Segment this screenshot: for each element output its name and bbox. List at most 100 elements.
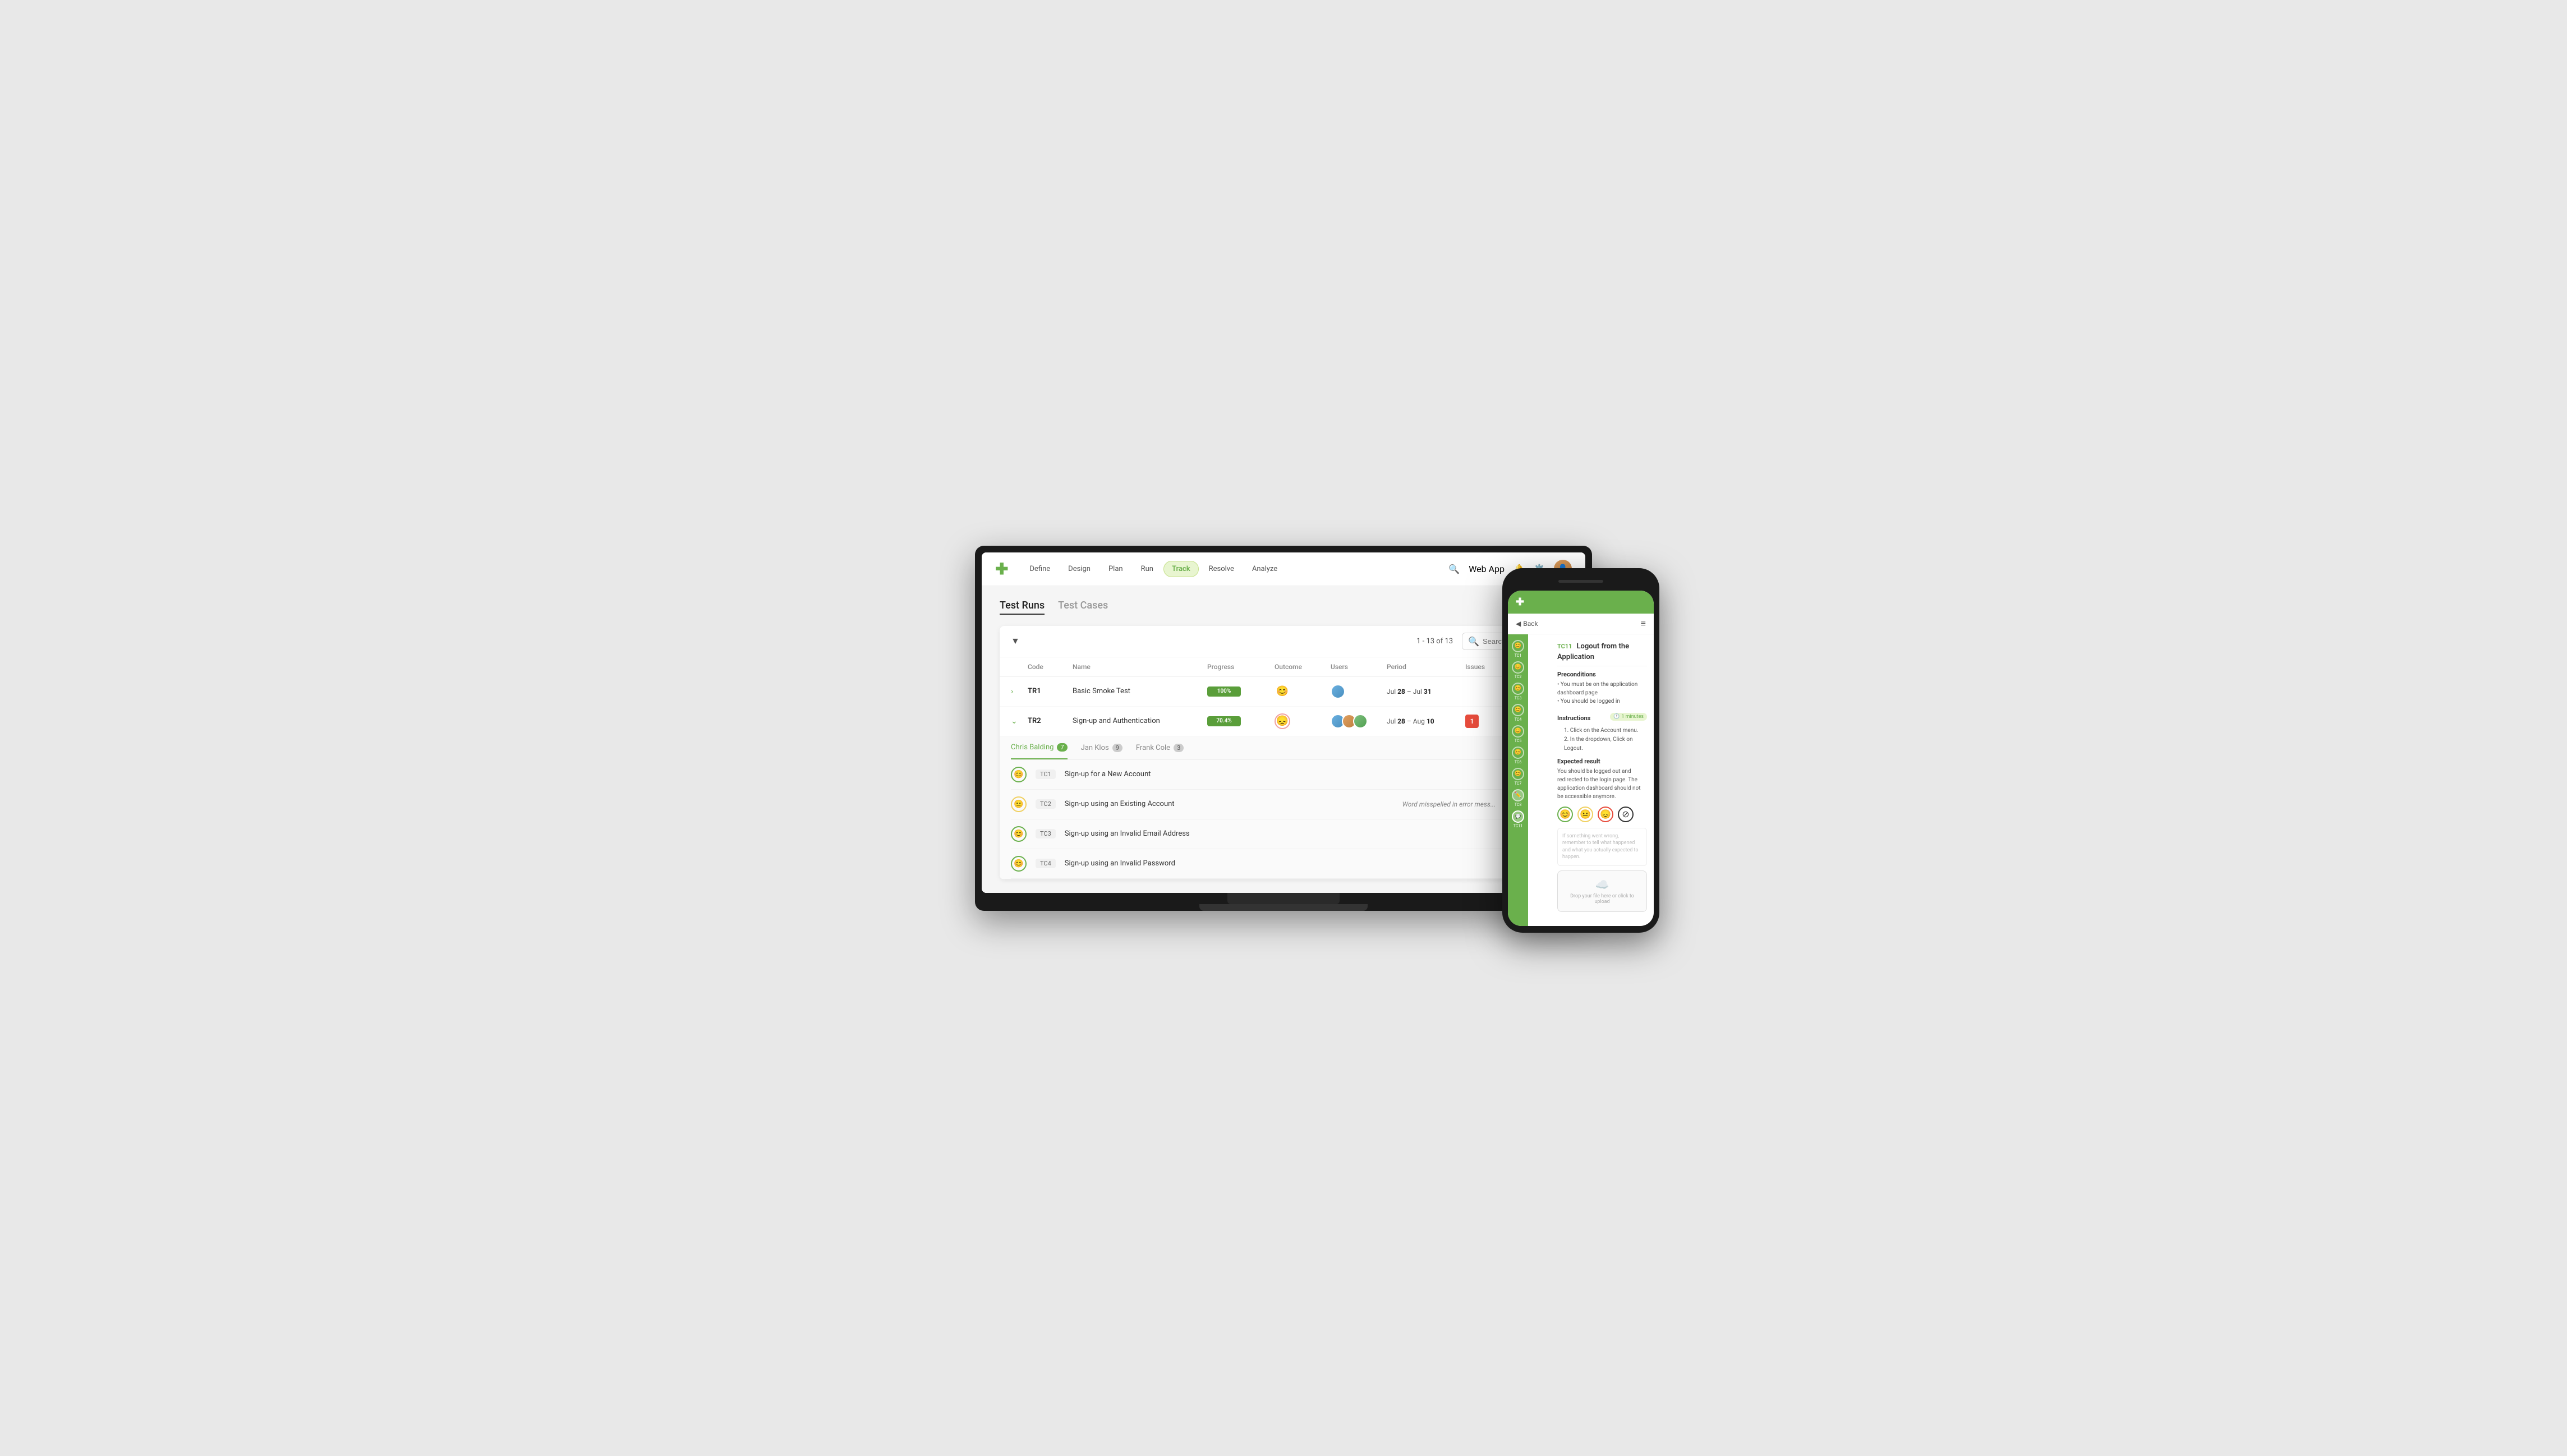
list-item: 😐 TC2 Sign-up using an Existing Account … [1011, 790, 1556, 819]
expected-result-title: Expected result [1557, 758, 1647, 765]
tc6-label: TC6 [1515, 760, 1522, 764]
phone-device: ✚ ◀ Back ≡ 😊 TC1 😊 [1502, 568, 1659, 933]
sub-tab-frank[interactable]: Frank Cole 3 [1136, 736, 1184, 759]
tr2-expanded-section: Chris Balding 7 Jan Klos 9 Frank Cole 3 [1000, 736, 1567, 879]
page-tabs: Test Runs Test Cases [1000, 600, 1567, 615]
tc1-name: Sign-up for a New Account [1065, 770, 1515, 778]
outcome-buttons: 😊 😐 😞 ⊘ [1557, 807, 1647, 822]
tc4-status-icon: 😊 [1011, 856, 1027, 872]
nav-resolve[interactable]: Resolve [1201, 561, 1242, 577]
nav-menu: Define Design Plan Run Track Resolve Ana… [1022, 561, 1448, 577]
tc2-name: Sign-up using an Existing Account [1065, 800, 1393, 808]
tr1-period: Jul 28 – Jul 31 [1387, 688, 1465, 695]
sidebar-item-tc3[interactable]: 😊 TC3 [1508, 681, 1528, 702]
sidebar-item-tc1[interactable]: 😊 TC1 [1508, 639, 1528, 659]
tr1-code: TR1 [1028, 687, 1073, 695]
test-runs-table: ▼ 1 - 13 of 13 🔍 Code Nam [1000, 626, 1567, 879]
tc5-icon: 😊 [1512, 725, 1524, 738]
tr1-outcome-icon: 😊 [1275, 684, 1290, 699]
phone-sidebar: 😊 TC1 😊 TC2 😊 TC3 😊 [1508, 634, 1528, 926]
nav-plan[interactable]: Plan [1101, 561, 1131, 577]
feedback-area: If something went wrong, remember to tel… [1557, 828, 1647, 866]
tab-test-runs[interactable]: Test Runs [1000, 600, 1045, 615]
tc4-icon: 😊 [1512, 704, 1524, 716]
preconditions-text: • You must be on the application dashboa… [1557, 680, 1647, 706]
tab-test-cases[interactable]: Test Cases [1058, 600, 1108, 615]
col-progress: Progress [1207, 663, 1275, 671]
tc1-code: TC1 [1036, 770, 1056, 779]
expected-result-text: You should be logged out and redirected … [1557, 767, 1647, 801]
col-period: Period [1387, 663, 1465, 671]
sidebar-item-tc7[interactable]: 😊 TC7 [1508, 767, 1528, 787]
tc2-comment: Word misspelled in error mess... [1402, 800, 1496, 808]
list-item: 😊 TC1 Sign-up for a New Account 7 days a… [1011, 760, 1556, 790]
outcome-pass-button[interactable]: 😊 [1557, 807, 1573, 822]
tc3-name: Sign-up using an Invalid Email Address [1065, 830, 1515, 838]
menu-icon[interactable]: ≡ [1641, 618, 1646, 629]
tc4-code: TC4 [1036, 859, 1056, 868]
back-button[interactable]: ◀ Back [1516, 620, 1538, 628]
instructions-list: 1. Click on the Account menu. 2. In the … [1557, 726, 1647, 753]
table-row: › TR1 Basic Smoke Test 100% 😊 Jul 28 – J… [1000, 677, 1567, 707]
outcome-partial-button[interactable]: 😐 [1577, 807, 1593, 822]
list-item: 😊 TC3 Sign-up using an Invalid Email Add… [1011, 819, 1556, 849]
tr2-code: TR2 [1028, 717, 1073, 725]
feedback-placeholder: If something went wrong, remember to tel… [1562, 833, 1642, 861]
phone-logo: ✚ [1516, 596, 1524, 608]
user-avatar-4 [1353, 714, 1368, 729]
tc6-icon: 😊 [1512, 747, 1524, 759]
col-users: Users [1331, 663, 1387, 671]
sub-tab-jan[interactable]: Jan Klos 9 [1081, 736, 1123, 759]
nav-design[interactable]: Design [1060, 561, 1098, 577]
tr1-name: Basic Smoke Test [1073, 687, 1207, 695]
jan-badge: 9 [1112, 744, 1123, 752]
col-outcome: Outcome [1275, 663, 1331, 671]
instructions-header: Instructions 🕐 1 minutes [1557, 710, 1647, 724]
main-content: Test Runs Test Cases ▼ 1 - 13 of 13 🔍 [982, 586, 1585, 893]
frank-badge: 3 [1174, 744, 1184, 752]
tc11-icon: 💬 [1512, 810, 1524, 823]
search-icon[interactable]: 🔍 [1448, 563, 1460, 574]
filter-icon[interactable]: ▼ [1011, 635, 1020, 647]
tr2-progress: 70.4% [1207, 716, 1275, 726]
user-avatar-1 [1331, 684, 1345, 699]
col-code: Code [1028, 663, 1073, 671]
tc8-icon: ✏️ [1512, 789, 1524, 801]
expand-tr1-icon[interactable]: › [1011, 687, 1028, 696]
sidebar-item-tc8[interactable]: ✏️ TC8 [1508, 788, 1528, 808]
tc4-label: TC4 [1515, 717, 1522, 722]
preconditions-title: Preconditions [1557, 671, 1647, 678]
outcome-fail-button[interactable]: 😞 [1598, 807, 1613, 822]
tr2-outcome-icon: 😞 [1275, 713, 1290, 729]
col-name: Name [1073, 663, 1207, 671]
phone-header: ✚ [1508, 591, 1654, 614]
nav-run[interactable]: Run [1133, 561, 1161, 577]
col-expand [1011, 663, 1028, 671]
instructions-title: Instructions [1557, 715, 1590, 722]
tc2-status-icon: 😐 [1011, 796, 1027, 812]
upload-area[interactable]: ☁️ Drop your file here or click to uploa… [1557, 870, 1647, 912]
outcome-skip-button[interactable]: ⊘ [1618, 807, 1634, 822]
nav-define[interactable]: Define [1022, 561, 1058, 577]
nav-track[interactable]: Track [1163, 561, 1199, 577]
tc4-name: Sign-up using an Invalid Password [1065, 859, 1515, 868]
nav-analyze[interactable]: Analyze [1244, 561, 1285, 577]
search-icon: 🔍 [1468, 636, 1479, 647]
phone-notch [1508, 575, 1654, 588]
sidebar-item-tc5[interactable]: 😊 TC5 [1508, 724, 1528, 744]
phone-nav-bar: ◀ Back ≡ [1508, 614, 1654, 634]
tc3-status-icon: 😊 [1011, 826, 1027, 842]
sidebar-item-tc6[interactable]: 😊 TC6 [1508, 745, 1528, 766]
expand-tr2-icon[interactable]: ⌄ [1011, 717, 1028, 726]
sidebar-item-tc2[interactable]: 😊 TC2 [1508, 660, 1528, 680]
sidebar-item-tc11[interactable]: 💬 TC11 [1508, 809, 1528, 830]
tr1-users [1331, 684, 1387, 699]
chris-badge: 7 [1057, 743, 1067, 752]
app-logo: ✚ [995, 560, 1008, 578]
tc5-label: TC5 [1515, 739, 1522, 743]
tc1-label: TC1 [1515, 653, 1522, 658]
sub-tab-chris[interactable]: Chris Balding 7 [1011, 736, 1068, 759]
tc-code-tag: TC11 [1557, 643, 1572, 650]
tc2-label: TC2 [1515, 675, 1522, 679]
sidebar-item-tc4[interactable]: 😊 TC4 [1508, 703, 1528, 723]
